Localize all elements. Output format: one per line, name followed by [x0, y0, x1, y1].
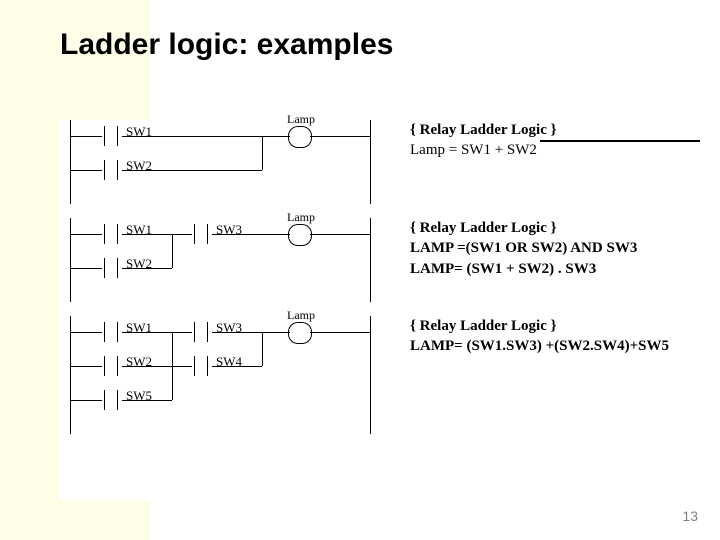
- annotation-header: { Relay Ladder Logic }: [410, 120, 700, 140]
- annotation-header: { Relay Ladder Logic }: [410, 218, 700, 238]
- wire: [310, 136, 370, 137]
- example-1: SW1LampSW2 { Relay Ladder Logic }Lamp = S…: [60, 120, 700, 204]
- coil-label: Lamp: [287, 112, 315, 127]
- right-rail: [370, 120, 371, 204]
- right-rail: [370, 218, 371, 302]
- equation: Lamp = SW1 + SW2: [410, 140, 700, 160]
- example-3: SW1SW3LampSW2SW4SW5{ Relay Ladder Logic …: [60, 316, 700, 434]
- example-2: SW1SW3LampSW2{ Relay Ladder Logic }LAMP …: [60, 218, 700, 302]
- contact-label: SW4: [216, 354, 242, 370]
- contact-label: SW2: [126, 354, 152, 370]
- contact-label: SW1: [126, 222, 152, 238]
- ladder-diagram: SW1SW3LampSW2: [60, 218, 380, 302]
- contact: [100, 322, 122, 342]
- wire: [122, 366, 192, 367]
- contact-label: SW3: [216, 222, 242, 238]
- title-underline: [540, 140, 700, 142]
- page-title: Ladder logic: examples: [60, 28, 393, 62]
- output-coil: [290, 126, 310, 146]
- coil-label: Lamp: [287, 308, 315, 323]
- contact-label: SW1: [126, 320, 152, 336]
- wire: [122, 136, 290, 137]
- contact-label: SW2: [126, 158, 152, 174]
- content-area: SW1LampSW2{ Relay Ladder Logic }Lamp = S…: [60, 120, 700, 500]
- wire-vertical: [172, 332, 173, 400]
- wire: [70, 332, 102, 333]
- contact: [190, 322, 212, 342]
- wire-vertical: [262, 332, 263, 366]
- contact-label: SW3: [216, 320, 242, 336]
- annotation-header: { Relay Ladder Logic }: [410, 316, 700, 336]
- contact: [100, 126, 122, 146]
- left-rail: [70, 120, 71, 204]
- contact: [100, 258, 122, 278]
- wire: [70, 136, 102, 137]
- wire: [212, 234, 290, 235]
- wire: [122, 268, 172, 269]
- annotation: { Relay Ladder Logic }LAMP =(SW1 OR SW2)…: [380, 218, 700, 279]
- contact: [100, 356, 122, 376]
- contact-label: SW2: [126, 256, 152, 272]
- contact: [100, 390, 122, 410]
- equation: LAMP =(SW1 OR SW2) AND SW3: [410, 238, 700, 258]
- output-coil: [290, 322, 310, 342]
- ladder-diagram: SW1SW3LampSW2SW4SW5: [60, 316, 380, 434]
- coil-label: Lamp: [287, 210, 315, 225]
- wire: [70, 400, 102, 401]
- right-rail: [370, 316, 371, 434]
- wire: [70, 170, 102, 171]
- contact: [190, 224, 212, 244]
- contact: [190, 356, 212, 376]
- wire: [122, 170, 262, 171]
- contact: [100, 224, 122, 244]
- contact-label: SW5: [126, 388, 152, 404]
- wire-vertical: [172, 234, 173, 268]
- contact: [100, 160, 122, 180]
- page-number: 13: [682, 508, 698, 524]
- wire: [122, 400, 172, 401]
- wire: [212, 332, 290, 333]
- equation: LAMP= (SW1 + SW2) . SW3: [410, 259, 700, 279]
- annotation: { Relay Ladder Logic }LAMP= (SW1.SW3) +(…: [380, 316, 700, 357]
- wire: [122, 332, 192, 333]
- contact-label: SW1: [126, 124, 152, 140]
- left-rail: [70, 316, 71, 434]
- wire-vertical: [262, 136, 263, 170]
- wire: [310, 234, 370, 235]
- ladder-diagram: SW1LampSW2: [60, 120, 380, 204]
- wire: [122, 234, 192, 235]
- wire: [70, 268, 102, 269]
- wire: [310, 332, 370, 333]
- output-coil: [290, 224, 310, 244]
- wire: [70, 366, 102, 367]
- equation: LAMP= (SW1.SW3) +(SW2.SW4)+SW5: [410, 336, 700, 356]
- left-rail: [70, 218, 71, 302]
- wire: [70, 234, 102, 235]
- wire: [212, 366, 262, 367]
